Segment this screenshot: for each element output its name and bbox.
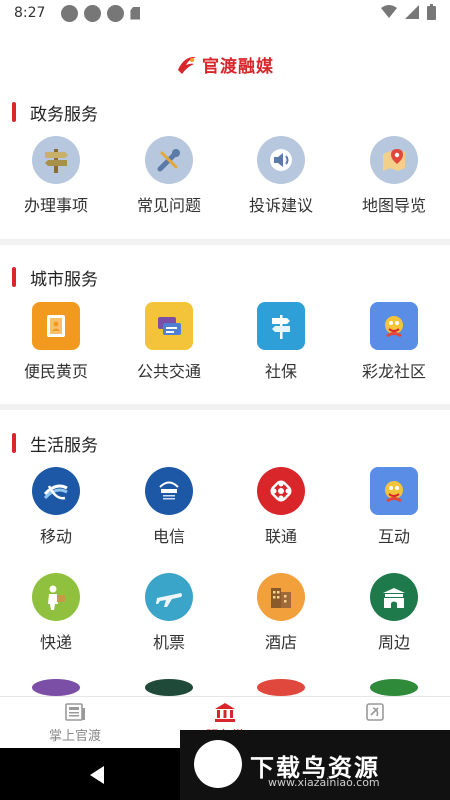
service-label: 酒店	[264, 633, 297, 652]
dragon-icon	[370, 467, 418, 515]
section-government-services: 政务服务	[0, 100, 450, 125]
service-label: 周边	[377, 633, 410, 652]
hotel-icon	[257, 573, 305, 621]
china-telecom-icon	[145, 467, 193, 515]
notification-icon	[107, 4, 125, 22]
section-header: 生活服务	[0, 431, 450, 456]
tab-home[interactable]: 掌上官渡	[0, 697, 150, 749]
section-accent-bar	[12, 102, 16, 122]
china-unicom-icon	[257, 467, 305, 515]
section-life-services: 生活服务	[0, 431, 450, 456]
service-item-social-security[interactable]: 社保	[225, 302, 337, 382]
status-bar: 8:27	[0, 0, 450, 26]
direction-sign-icon	[257, 302, 305, 350]
megaphone-icon	[257, 136, 305, 184]
service-item-courier[interactable]: 快递	[0, 573, 112, 653]
notification-icon	[84, 4, 102, 22]
service-label: 移动	[39, 527, 72, 546]
signal-icon	[405, 5, 419, 19]
watermark-url: www.xiazainiao.com	[268, 776, 380, 789]
watermark-overlay: 下载鸟资源 www.xiazainiao.com	[180, 730, 450, 800]
section-divider	[0, 239, 450, 245]
service-item-mobile[interactable]: 移动	[0, 467, 112, 547]
lock-icon	[145, 679, 193, 696]
bank-icon	[215, 703, 235, 722]
back-icon[interactable]	[90, 766, 104, 784]
service-label: 互动	[377, 527, 410, 546]
service-item-nearby[interactable]: 周边	[338, 573, 450, 653]
sd-card-icon	[130, 6, 141, 20]
map-pin-icon	[370, 136, 418, 184]
service-label: 办理事项	[23, 196, 88, 215]
courier-icon	[32, 573, 80, 621]
service-label: 常见问题	[136, 196, 201, 215]
battery-icon	[427, 4, 436, 20]
service-icon	[257, 679, 305, 696]
service-item-faq[interactable]: 常见问题	[113, 136, 225, 216]
notification-icons	[61, 4, 125, 22]
section-title: 城市服务	[30, 269, 98, 290]
service-item-cailong-community[interactable]: 彩龙社区	[338, 302, 450, 382]
section-city-services: 城市服务	[0, 265, 450, 290]
watermark-logo-icon	[194, 740, 242, 788]
service-label: 电信	[152, 527, 185, 546]
section-accent-bar	[12, 433, 16, 453]
service-item-affairs[interactable]: 办理事项	[0, 136, 112, 216]
badge-icon	[366, 703, 384, 721]
status-indicators	[381, 4, 436, 20]
section-header: 政务服务	[0, 100, 450, 125]
service-label: 机票	[152, 633, 185, 652]
service-item-unicom[interactable]: 联通	[225, 467, 337, 547]
service-label: 便民黄页	[23, 362, 88, 381]
wifi-icon	[381, 5, 397, 18]
brand-logo-icon	[178, 56, 196, 74]
service-item-partial[interactable]	[225, 679, 337, 696]
section-divider	[0, 404, 450, 410]
calendar-icon	[32, 679, 80, 696]
brand-header: 官渡融媒	[0, 52, 450, 77]
service-item-map[interactable]: 地图导览	[338, 136, 450, 216]
service-label: 社保	[264, 362, 297, 381]
service-item-complaints[interactable]: 投诉建议	[225, 136, 337, 216]
status-time: 8:27	[14, 5, 46, 21]
service-item-partial[interactable]	[338, 679, 450, 696]
service-item-public-transport[interactable]: 公共交通	[113, 302, 225, 382]
service-label: 彩龙社区	[361, 362, 426, 381]
notification-icon	[61, 4, 79, 22]
tools-icon	[145, 136, 193, 184]
address-book-icon	[32, 302, 80, 350]
tab-label: 掌上官渡	[48, 729, 101, 744]
section-header: 城市服务	[0, 265, 450, 290]
service-item-partial[interactable]	[113, 679, 225, 696]
section-title: 生活服务	[30, 435, 98, 456]
service-label: 投诉建议	[248, 196, 313, 215]
chat-bubbles-icon	[145, 302, 193, 350]
service-label: 联通	[264, 527, 297, 546]
section-title: 政务服务	[30, 104, 98, 125]
service-item-yellow-pages[interactable]: 便民黄页	[0, 302, 112, 382]
signpost-icon	[32, 136, 80, 184]
service-item-telecom[interactable]: 电信	[113, 467, 225, 547]
airplane-icon	[145, 573, 193, 621]
service-item-partial[interactable]	[0, 679, 112, 696]
service-item-flights[interactable]: 机票	[113, 573, 225, 653]
brand-name: 官渡融媒	[202, 57, 274, 77]
service-label: 公共交通	[136, 362, 201, 381]
service-label: 地图导览	[361, 196, 426, 215]
service-label: 快递	[39, 633, 72, 652]
gate-tower-icon	[370, 573, 418, 621]
section-accent-bar	[12, 267, 16, 287]
service-icon	[370, 679, 418, 696]
news-icon	[65, 703, 85, 721]
service-item-interaction[interactable]: 互动	[338, 467, 450, 547]
dragon-icon	[370, 302, 418, 350]
china-mobile-icon	[32, 467, 80, 515]
service-item-hotel[interactable]: 酒店	[225, 573, 337, 653]
